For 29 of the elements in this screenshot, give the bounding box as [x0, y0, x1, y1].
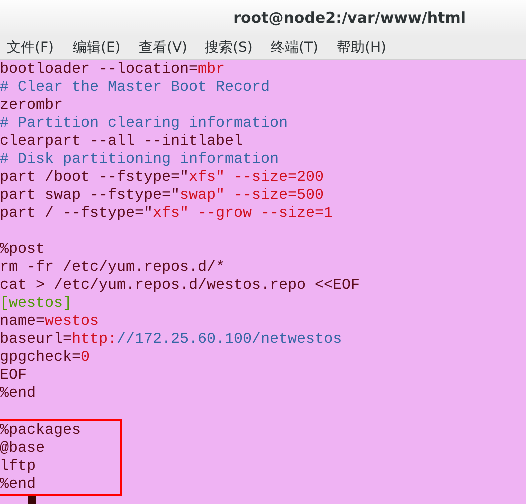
code-line: part swap --fstype="swap" --size=500	[0, 187, 324, 205]
menu-item[interactable]: 编辑(E)	[73, 38, 124, 57]
code-line: zerombr	[0, 97, 64, 115]
code-line: EOF	[0, 367, 28, 385]
code-line: cat > /etc/yum.repos.d/westos.repo <<EOF	[0, 277, 360, 295]
code-line: bootloader --location=mbr	[0, 61, 226, 79]
code-line: clearpart --all --initlabel	[0, 133, 244, 151]
code-line: %post	[0, 241, 46, 259]
code-line: baseurl=http://172.25.60.100/netwestos	[0, 331, 342, 349]
code-line: # Clear the Master Boot Record	[0, 79, 270, 97]
code-line: name=westos	[0, 313, 100, 331]
menu-item[interactable]: 终端(T)	[271, 38, 322, 57]
code-line: %end	[0, 476, 36, 494]
code-line: @base	[0, 440, 46, 458]
menu-item[interactable]: 文件(F)	[7, 38, 58, 57]
code-line: [westos]	[0, 295, 72, 313]
code-line: %packages	[0, 422, 82, 440]
code-line: gpgcheck=0	[0, 349, 90, 367]
window-title: root@node2:/var/www/html	[234, 9, 466, 28]
code-line: %end	[0, 385, 36, 403]
menu-item[interactable]: 查看(V)	[139, 38, 190, 57]
code-line: rm -fr /etc/yum.repos.d/*	[0, 259, 226, 277]
menu-item[interactable]: 帮助(H)	[337, 38, 388, 57]
code-line: # Partition clearing information	[0, 115, 288, 133]
code-line: part / --fstype="xfs" --grow --size=1	[0, 205, 334, 223]
menu-item[interactable]: 搜索(S)	[205, 38, 256, 57]
code-line: lftp	[0, 458, 36, 476]
code-line: part /boot --fstype="xfs" --size=200	[0, 169, 324, 187]
code-line: # Disk partitioning information	[0, 151, 280, 169]
